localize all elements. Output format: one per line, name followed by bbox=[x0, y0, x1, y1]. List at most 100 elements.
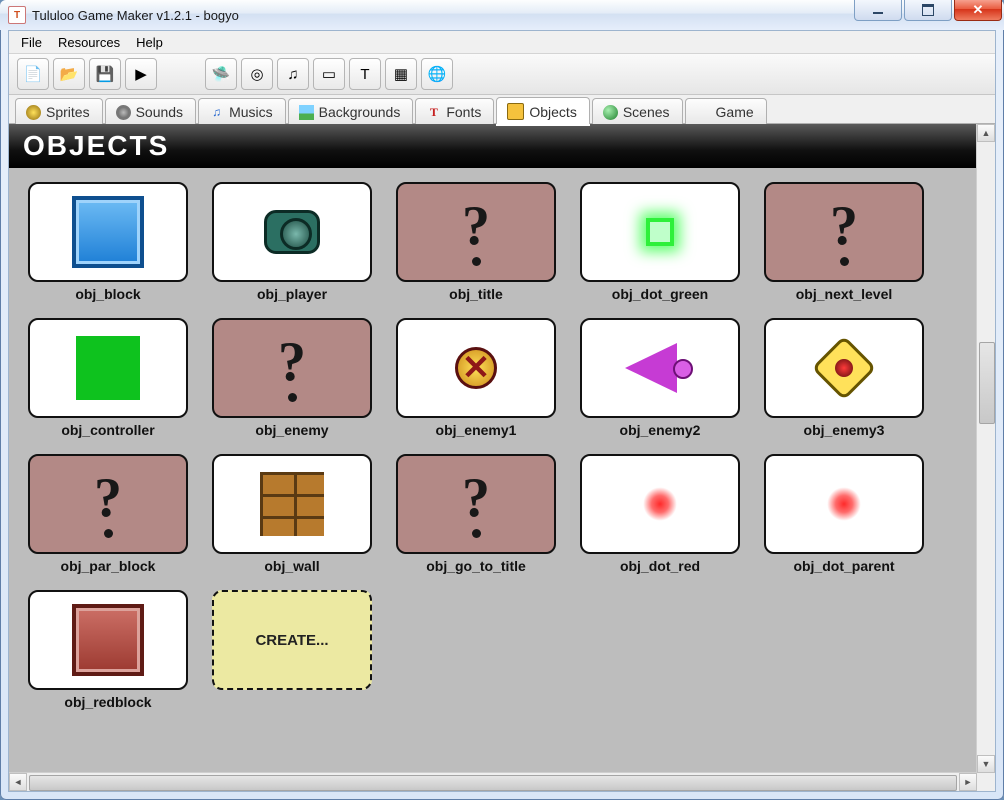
sprite-preview bbox=[72, 196, 144, 268]
tab-musics-icon: ♫ bbox=[209, 105, 224, 120]
tab-sounds[interactable]: Sounds bbox=[105, 98, 196, 124]
object-item: obj_enemy3 bbox=[759, 318, 929, 448]
object-label: obj_enemy bbox=[255, 422, 328, 438]
object-item: ?obj_par_block bbox=[23, 454, 193, 584]
tab-fonts[interactable]: T Fonts bbox=[415, 98, 494, 124]
object-label: obj_block bbox=[75, 286, 140, 302]
object-card-obj_redblock[interactable] bbox=[28, 590, 188, 690]
object-card-obj_title[interactable]: ? bbox=[396, 182, 556, 282]
resource-tabstrip: Sprites Sounds ♫ Musics Backgrounds T Fonts Obj… bbox=[9, 95, 995, 124]
main-toolbar: 📄📂💾▶ 🛸◎♫▭T▦🌐 bbox=[9, 53, 995, 95]
sprite-preview bbox=[76, 336, 140, 400]
maximize-button[interactable] bbox=[904, 0, 952, 21]
object-card-obj_next_level[interactable]: ? bbox=[764, 182, 924, 282]
object-label: obj_enemy1 bbox=[436, 422, 517, 438]
object-card-obj_dot_green[interactable] bbox=[580, 182, 740, 282]
window-frame: T Tululoo Game Maker v1.2.1 - bogyo ✕ Fi… bbox=[0, 0, 1004, 800]
question-icon: ? bbox=[94, 470, 122, 538]
add-font-button[interactable]: T bbox=[349, 58, 381, 90]
titlebar[interactable]: T Tululoo Game Maker v1.2.1 - bogyo ✕ bbox=[0, 0, 1004, 30]
tab-sprites-label: Sprites bbox=[46, 104, 90, 120]
new-button[interactable]: 📄 bbox=[17, 58, 49, 90]
sprite-preview bbox=[643, 487, 677, 521]
horizontal-scrollbar[interactable]: ◄ ► bbox=[9, 772, 977, 791]
hscroll-track[interactable] bbox=[27, 773, 959, 791]
object-card-obj_wall[interactable] bbox=[212, 454, 372, 554]
object-label: obj_enemy2 bbox=[620, 422, 701, 438]
object-label: obj_dot_red bbox=[620, 558, 700, 574]
tab-musics[interactable]: ♫ Musics bbox=[198, 98, 286, 124]
add-music-button[interactable]: ♫ bbox=[277, 58, 309, 90]
tab-scenes[interactable]: Scenes bbox=[592, 98, 683, 124]
open-button[interactable]: 📂 bbox=[53, 58, 85, 90]
scroll-up-button[interactable]: ▲ bbox=[977, 124, 995, 142]
tab-sprites[interactable]: Sprites bbox=[15, 98, 103, 124]
vscroll-track[interactable] bbox=[977, 142, 995, 755]
menu-help[interactable]: Help bbox=[128, 33, 171, 52]
tab-fonts-label: Fonts bbox=[446, 104, 481, 120]
hscroll-thumb[interactable] bbox=[29, 775, 957, 791]
object-label: obj_go_to_title bbox=[426, 558, 526, 574]
tab-backgrounds-icon bbox=[299, 105, 314, 120]
object-item-create: CREATE... bbox=[207, 590, 377, 720]
object-item: obj_dot_parent bbox=[759, 454, 929, 584]
vscroll-thumb[interactable] bbox=[979, 342, 995, 424]
tab-backgrounds[interactable]: Backgrounds bbox=[288, 98, 414, 124]
add-object-button[interactable]: ▦ bbox=[385, 58, 417, 90]
sprite-preview bbox=[72, 604, 144, 676]
add-background-button[interactable]: ▭ bbox=[313, 58, 345, 90]
object-card-obj_enemy[interactable]: ? bbox=[212, 318, 372, 418]
sprite-preview bbox=[260, 204, 324, 260]
object-card-obj_enemy2[interactable] bbox=[580, 318, 740, 418]
object-card-obj_dot_red[interactable] bbox=[580, 454, 740, 554]
run-button[interactable]: ▶ bbox=[125, 58, 157, 90]
object-card-obj_par_block[interactable]: ? bbox=[28, 454, 188, 554]
minimize-button[interactable] bbox=[854, 0, 902, 21]
object-label: obj_enemy3 bbox=[804, 422, 885, 438]
object-card-obj_enemy1[interactable] bbox=[396, 318, 556, 418]
object-item: ? obj_next_level bbox=[759, 182, 929, 312]
tab-objects-label: Objects bbox=[529, 104, 576, 120]
scroll-right-button[interactable]: ► bbox=[959, 773, 977, 791]
object-card-obj_enemy3[interactable] bbox=[764, 318, 924, 418]
question-icon: ? bbox=[830, 198, 858, 266]
object-item: obj_block bbox=[23, 182, 193, 312]
tab-objects-icon bbox=[507, 103, 524, 120]
sprite-preview bbox=[625, 341, 695, 395]
object-label: obj_next_level bbox=[796, 286, 893, 302]
object-card-obj_player[interactable] bbox=[212, 182, 372, 282]
tab-backgrounds-label: Backgrounds bbox=[319, 104, 401, 120]
tab-game[interactable]: Game bbox=[685, 98, 767, 124]
tab-game-icon bbox=[696, 105, 711, 120]
create-object-button[interactable]: CREATE... bbox=[212, 590, 372, 690]
menu-file[interactable]: File bbox=[13, 33, 50, 52]
object-label: obj_dot_parent bbox=[793, 558, 894, 574]
object-item: ? obj_enemy bbox=[207, 318, 377, 448]
object-label: obj_wall bbox=[264, 558, 319, 574]
object-card-obj_dot_parent[interactable] bbox=[764, 454, 924, 554]
object-item: ? obj_title bbox=[391, 182, 561, 312]
panel-title: OBJECTS bbox=[9, 124, 977, 168]
object-item: obj_wall bbox=[207, 454, 377, 584]
object-label: obj_title bbox=[449, 286, 503, 302]
close-button[interactable]: ✕ bbox=[954, 0, 1002, 21]
add-sprite-button[interactable]: 🛸 bbox=[205, 58, 237, 90]
add-sound-button[interactable]: ◎ bbox=[241, 58, 273, 90]
scroll-left-button[interactable]: ◄ bbox=[9, 773, 27, 791]
add-scene-button[interactable]: 🌐 bbox=[421, 58, 453, 90]
object-card-obj_block[interactable] bbox=[28, 182, 188, 282]
scroll-corner bbox=[977, 773, 995, 791]
object-item: obj_dot_red bbox=[575, 454, 745, 584]
save-button[interactable]: 💾 bbox=[89, 58, 121, 90]
sprite-preview bbox=[445, 337, 507, 399]
menu-resources[interactable]: Resources bbox=[50, 33, 128, 52]
object-item: obj_enemy1 bbox=[391, 318, 561, 448]
tab-fonts-icon: T bbox=[426, 105, 441, 120]
object-label: obj_dot_green bbox=[612, 286, 708, 302]
object-card-obj_controller[interactable] bbox=[28, 318, 188, 418]
object-card-obj_go_to_title[interactable]: ? bbox=[396, 454, 556, 554]
vertical-scrollbar[interactable]: ▲ ▼ bbox=[976, 124, 995, 773]
tab-musics-label: Musics bbox=[229, 104, 273, 120]
tab-objects[interactable]: Objects bbox=[496, 97, 589, 124]
scroll-down-button[interactable]: ▼ bbox=[977, 755, 995, 773]
